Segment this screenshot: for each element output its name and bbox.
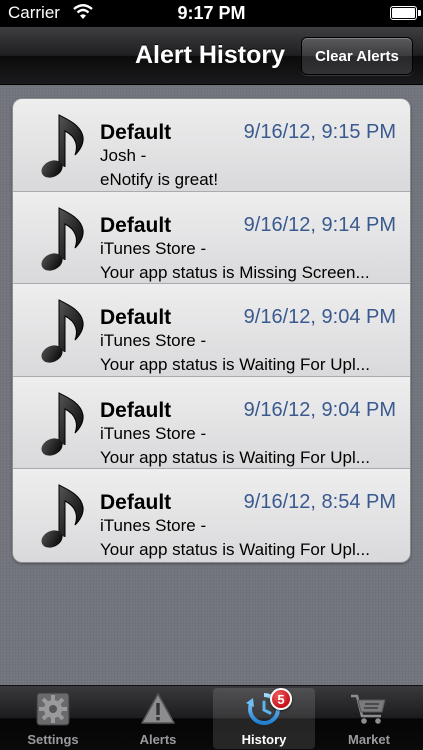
alert-message: eNotify is great! [100, 170, 219, 189]
status-time: 9:17 PM [177, 3, 246, 23]
alert-sender: iTunes Store - [100, 238, 207, 258]
clear-alerts-button[interactable]: Clear Alerts [301, 37, 413, 75]
music-note-icon [41, 299, 84, 363]
alert-sender: iTunes Store - [100, 423, 207, 443]
alert-row[interactable]: Default 9/16/12, 9:04 PM iTunes Store - You… [13, 284, 410, 377]
alert-row[interactable]: Default 9/16/12, 8:54 PM iTunes Store - You… [13, 469, 410, 562]
alert-message: Your app status is Waiting For Upl... [100, 355, 370, 374]
alert-row[interactable]: Default 9/16/12, 9:14 PM iTunes Store - You… [13, 191, 410, 284]
status-bar: Carrier 9:17 PM [0, 0, 423, 27]
alert-sender: iTunes Store - [100, 331, 207, 350]
page-title: Alert History [134, 41, 286, 69]
tab-bar: Settings Alerts 5 History Market [0, 685, 423, 750]
alert-list: Default 9/16/12, 9:15 PM Josh - eNotify is … [12, 98, 411, 563]
music-note-icon [41, 206, 84, 271]
tab-settings-label: Settings [27, 732, 79, 747]
alert-sender: iTunes Store - [100, 516, 207, 535]
music-note-icon [41, 484, 84, 548]
alert-message: Your app status is Waiting For Upl... [100, 447, 370, 467]
tab-market[interactable]: Market [318, 688, 420, 749]
alert-row[interactable]: Default 9/16/12, 9:04 PM iTunes Store - You… [13, 376, 410, 469]
alert-title: Default [100, 213, 172, 237]
history-badge: 5 [270, 688, 292, 710]
tab-alerts-label: Alerts [139, 732, 177, 747]
alert-message: Your app status is Waiting For Upl... [100, 540, 370, 559]
history-icon: 5 [244, 688, 292, 728]
tab-history[interactable]: 5 History [213, 688, 315, 749]
alert-message: Your app status is Missing Screen... [100, 262, 370, 282]
alert-timestamp: 9/16/12, 8:54 PM [243, 491, 396, 513]
alert-row[interactable]: Default 9/16/12, 9:15 PM Josh - eNotify is … [13, 99, 410, 192]
tab-history-label: History [241, 732, 287, 747]
warning-icon [138, 690, 178, 728]
alert-title: Default [100, 398, 172, 422]
history-content: Default 9/16/12, 9:15 PM Josh - eNotify is … [0, 86, 423, 685]
alert-title: Default [100, 491, 172, 514]
alert-timestamp: 9/16/12, 9:14 PM [243, 213, 396, 236]
alert-title: Default [100, 121, 172, 144]
cart-icon [349, 690, 389, 728]
alert-timestamp: 9/16/12, 9:04 PM [243, 306, 396, 328]
navigation-bar: Alert History Clear Alerts [0, 27, 423, 85]
tab-settings[interactable]: Settings [2, 688, 104, 749]
battery-icon [390, 6, 421, 20]
tab-market-label: Market [348, 732, 390, 747]
music-note-icon [41, 114, 84, 178]
alert-title: Default [100, 306, 172, 329]
tab-alerts[interactable]: Alerts [107, 688, 209, 749]
alert-timestamp: 9/16/12, 9:15 PM [243, 121, 396, 143]
music-note-icon [41, 391, 84, 456]
alert-sender: Josh - [100, 146, 147, 165]
gear-icon [33, 690, 73, 728]
alert-timestamp: 9/16/12, 9:04 PM [243, 398, 396, 421]
